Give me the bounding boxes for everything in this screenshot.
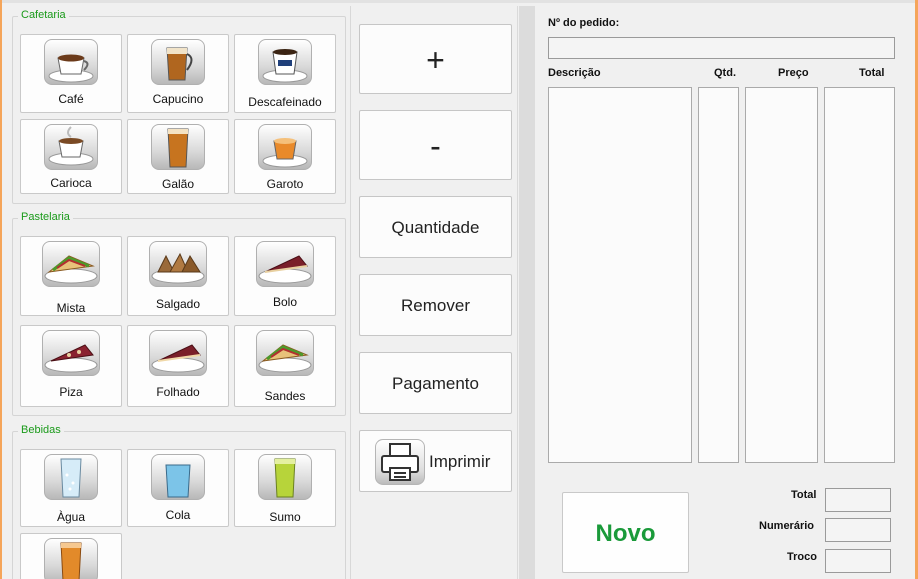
pastelaria-group: Pastelaria Mista Salgado Bolo Piza Folha… [12, 211, 346, 416]
product-label: Piza [59, 385, 83, 399]
products-panel: Cafetaria Café Capucino Descafeinado Car… [6, 6, 351, 579]
product-label: Folhado [156, 385, 200, 399]
top-border [0, 0, 918, 3]
price-list[interactable] [745, 87, 818, 463]
product-cafe-button[interactable]: Café [20, 34, 122, 113]
column-quantity-header: Qtd. [714, 67, 736, 79]
water-glass-icon [44, 454, 98, 500]
remove-button[interactable]: Remover [359, 274, 512, 336]
cappuccino-glass-icon [151, 39, 205, 85]
order-number-label: Nº do pedido: [548, 17, 620, 29]
product-capucino-button[interactable]: Capucino [127, 34, 229, 113]
change-field[interactable] [825, 549, 891, 573]
cash-label: Numerário [759, 520, 815, 532]
coffee-cup-icon [44, 39, 98, 85]
quantity-list[interactable] [698, 87, 739, 463]
total-field[interactable] [825, 488, 891, 512]
print-label: Imprimir [429, 452, 491, 471]
product-sandes-button[interactable]: Sandes [234, 325, 336, 407]
product-label: Galão [161, 177, 195, 191]
product-label: Mista [56, 301, 86, 315]
order-number-field[interactable] [548, 37, 895, 59]
panel-divider [519, 6, 535, 579]
product-folhado-button[interactable]: Folhado [127, 325, 229, 407]
payment-button[interactable]: Pagamento [359, 352, 512, 414]
garoto-cup-icon [258, 124, 312, 170]
cafetaria-title: Cafetaria [18, 9, 69, 21]
product-bolo-button[interactable]: Bolo [234, 236, 336, 316]
product-mista-button[interactable]: Mista [20, 236, 122, 316]
sandwich-icon [42, 241, 100, 287]
decrease-quantity-button[interactable]: - [359, 110, 512, 180]
new-order-button[interactable]: Novo [562, 492, 689, 573]
product-descafeinado-button[interactable]: Descafeinado [234, 34, 336, 113]
total-label: Total [791, 489, 817, 501]
decaf-cup-icon [258, 39, 312, 85]
printer-icon [375, 439, 425, 485]
product-agua-button[interactable]: Àgua [20, 449, 122, 527]
increase-quantity-button[interactable]: + [359, 24, 512, 94]
column-price-header: Preço [778, 67, 809, 79]
pastelaria-title: Pastelaria [18, 211, 73, 223]
product-salgado-button[interactable]: Salgado [127, 236, 229, 316]
pizza-slice-icon [42, 330, 100, 376]
product-label: Sandes [264, 389, 306, 403]
sandwich-icon [256, 330, 314, 376]
cash-field[interactable] [825, 518, 891, 542]
orange-juice-glass-icon [44, 538, 98, 579]
cafetaria-group: Cafetaria Café Capucino Descafeinado Car… [12, 9, 346, 204]
print-button[interactable]: Imprimir [359, 430, 512, 492]
product-label: Cola [165, 508, 191, 522]
product-orange-juice-button[interactable] [20, 533, 122, 579]
product-label: Carioca [50, 176, 92, 190]
actions-panel: + - Quantidade Remover Pagamento Imprimi… [352, 6, 518, 579]
product-piza-button[interactable]: Piza [20, 325, 122, 407]
column-description-header: Descrição [548, 67, 601, 79]
order-panel: Nº do pedido: Descrição Qtd. Preço Total… [536, 6, 914, 579]
product-label: Café [58, 92, 84, 106]
bebidas-group: Bebidas Àgua Cola Sumo [12, 424, 346, 579]
product-garoto-button[interactable]: Garoto [234, 119, 336, 194]
product-label: Garoto [266, 177, 304, 191]
product-label: Sumo [269, 510, 301, 524]
cola-glass-icon [151, 454, 205, 500]
bebidas-title: Bebidas [18, 424, 64, 436]
product-label: Capucino [152, 92, 204, 106]
quantity-button[interactable]: Quantidade [359, 196, 512, 258]
change-label: Troco [787, 551, 817, 563]
description-list[interactable] [548, 87, 692, 463]
juice-glass-icon [258, 454, 312, 500]
product-carioca-button[interactable]: Carioca [20, 119, 122, 194]
savory-pastry-icon [149, 241, 207, 287]
product-label: Àgua [56, 510, 86, 524]
galao-glass-icon [151, 124, 205, 170]
product-label: Salgado [155, 297, 201, 311]
column-total-header: Total [859, 67, 885, 79]
puff-pastry-icon [149, 330, 207, 376]
carioca-cup-icon [44, 124, 98, 170]
product-galao-button[interactable]: Galão [127, 119, 229, 194]
product-cola-button[interactable]: Cola [127, 449, 229, 527]
product-label: Bolo [272, 295, 298, 309]
product-label: Descafeinado [248, 95, 322, 109]
cake-icon [256, 241, 314, 287]
window-edge-left [0, 0, 2, 579]
total-list[interactable] [824, 87, 895, 463]
product-sumo-button[interactable]: Sumo [234, 449, 336, 527]
